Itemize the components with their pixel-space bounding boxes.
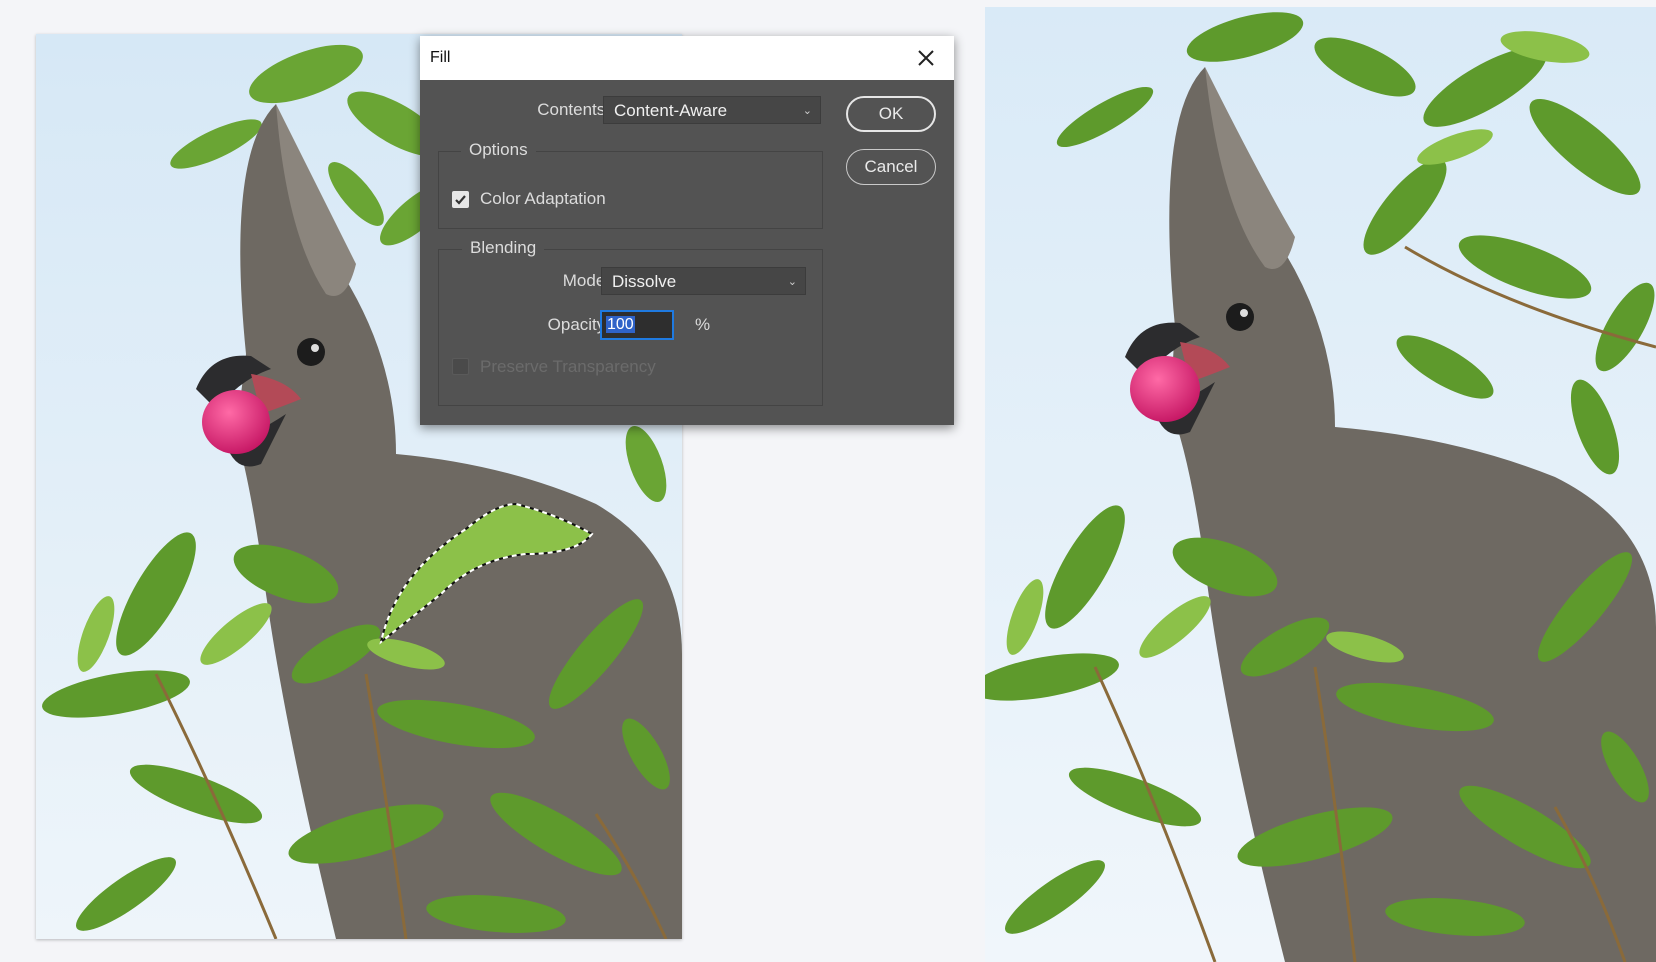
cancel-button[interactable]: Cancel	[846, 149, 936, 185]
ok-label: OK	[878, 104, 904, 123]
mode-value: Dissolve	[612, 272, 677, 291]
blending-legend: Blending	[462, 238, 545, 258]
chevron-down-icon: ⌄	[802, 105, 812, 117]
color-adaptation-label: Color Adaptation	[480, 189, 606, 208]
opacity-unit: %	[695, 315, 711, 334]
color-adaptation-checkbox[interactable]	[452, 191, 469, 208]
checkmark-icon	[455, 195, 466, 205]
close-button[interactable]	[912, 44, 940, 72]
contents-select[interactable]: Content-Aware ⌄	[603, 96, 821, 124]
dialog-title: Fill	[430, 49, 451, 66]
chevron-down-icon: ⌄	[787, 276, 797, 288]
photo-after-fill	[985, 7, 1656, 962]
close-icon	[918, 50, 934, 66]
preserve-transparency-checkbox	[452, 358, 469, 375]
mode-label: Mode:	[562, 271, 610, 290]
dialog-titlebar[interactable]: Fill	[420, 36, 954, 80]
opacity-value: 100	[606, 316, 635, 333]
ok-button[interactable]: OK	[846, 96, 936, 132]
contents-value: Content-Aware	[614, 101, 728, 120]
preserve-transparency-label: Preserve Transparency	[480, 357, 656, 376]
contents-label: Contents:	[537, 100, 610, 119]
fill-dialog: Fill Contents: Content-Aware ⌄ OK Cancel…	[420, 36, 954, 425]
cancel-label: Cancel	[864, 157, 918, 176]
opacity-input[interactable]: 100	[600, 310, 674, 340]
options-legend: Options	[461, 140, 536, 160]
opacity-label: Opacity:	[547, 315, 610, 334]
mode-select[interactable]: Dissolve ⌄	[601, 267, 806, 295]
bird-photo-filled	[985, 7, 1656, 962]
